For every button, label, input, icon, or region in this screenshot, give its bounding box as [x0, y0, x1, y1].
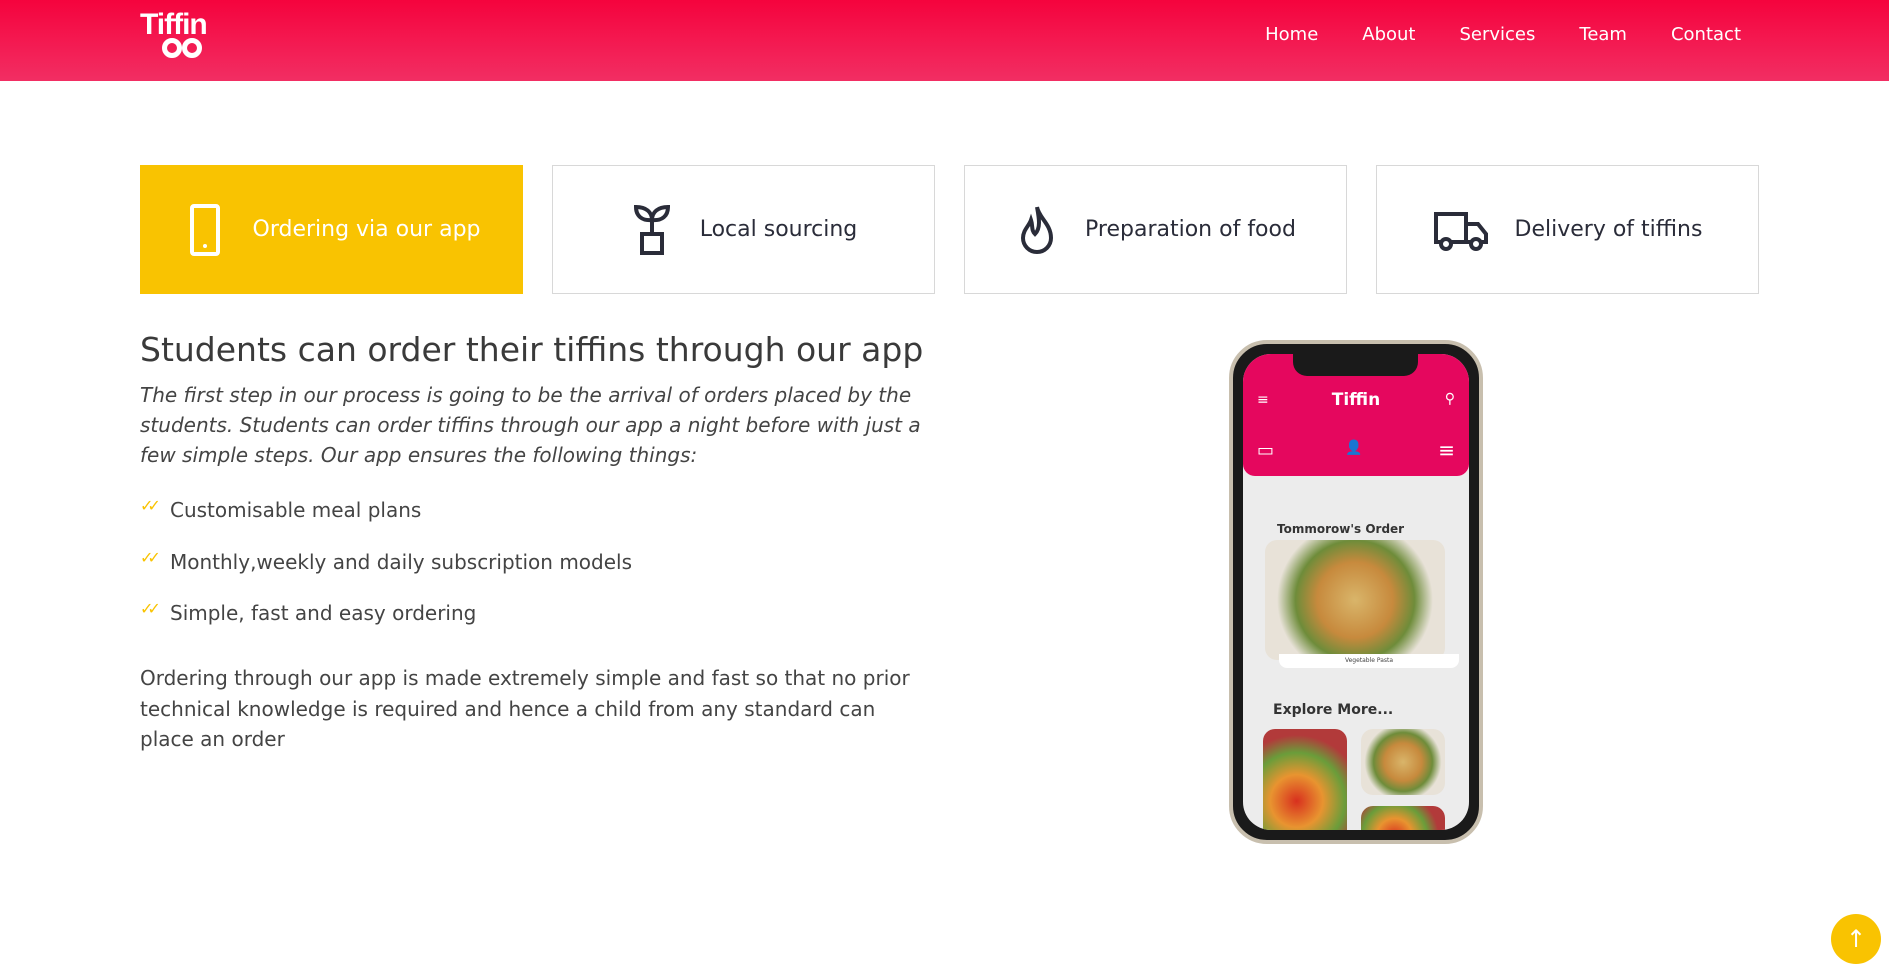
- phone-icon: [189, 203, 220, 256]
- tab-ordering-via-app[interactable]: Ordering via our app: [140, 165, 523, 294]
- tab-label: Local sourcing: [699, 217, 858, 242]
- tiffin-go-logo[interactable]: Tiffin: [140, 8, 208, 58]
- list-item: ✓✓ Simple, fast and easy ordering: [140, 599, 632, 653]
- search-icon: ⚲: [1444, 391, 1455, 407]
- user-check-icon: 👤: [1345, 440, 1363, 456]
- tomorrows-order-label: Tommorow's Order: [1277, 522, 1405, 536]
- nav-contact[interactable]: Contact: [1671, 24, 1741, 45]
- list-item-text: Simple, fast and easy ordering: [170, 601, 477, 625]
- list-item: ✓✓ Monthly,weekly and daily subscription …: [140, 547, 633, 602]
- card-icon: ▭: [1257, 440, 1275, 461]
- explore-food-image: [1361, 806, 1445, 830]
- site-header: Tiffin Home About Services Team Contact: [0, 0, 1889, 81]
- plant-icon: [633, 204, 670, 255]
- list-item-text: Customisable meal plans: [170, 498, 422, 522]
- double-check-icon: ✓✓: [140, 547, 161, 567]
- section-title: Students can order their tiffins through…: [140, 330, 924, 369]
- main-nav: Home About Services Team Contact: [1265, 24, 1741, 45]
- app-logo: Tiffin: [1331, 390, 1381, 410]
- nav-services[interactable]: Services: [1459, 24, 1535, 45]
- explore-more-label: Explore More...: [1273, 702, 1394, 718]
- nav-about[interactable]: About: [1362, 24, 1415, 45]
- truck-icon: [1433, 211, 1488, 251]
- double-check-icon: ✓✓: [140, 599, 161, 618]
- double-check-icon: ✓✓: [140, 496, 161, 515]
- tab-delivery-of-tiffins[interactable]: Delivery of tiffins: [1376, 165, 1759, 294]
- vegetable-pasta-image: [1265, 540, 1445, 660]
- app-phone-mockup: ≡ Tiffin ⚲ ▭ 👤 ≡ Tommorow's Order Vegeta…: [1229, 340, 1483, 844]
- list-item: ✓✓ Customisable meal plans: [140, 496, 632, 550]
- intro-paragraph: The first step in our process is going t…: [140, 383, 921, 467]
- list-item-text: Monthly,weekly and daily subscription mo…: [170, 549, 633, 574]
- feature-list: ✓✓ Customisable meal plans ✓✓ Monthly,week…: [140, 496, 633, 653]
- flame-icon: [1021, 205, 1054, 254]
- back-to-top-button[interactable]: ↑: [1831, 914, 1881, 964]
- arrow-up-icon: ↑: [1845, 925, 1867, 953]
- tab-label: Ordering via our app: [252, 217, 481, 242]
- tab-label: Preparation of food: [1085, 217, 1296, 242]
- logo-text: Tiffin: [140, 8, 208, 41]
- logo-go-mark: [162, 38, 207, 58]
- tab-preparation-of-food[interactable]: Preparation of food: [964, 165, 1347, 294]
- outro-paragraph: Ordering through our app is made extreme…: [140, 666, 910, 751]
- phone-screen: ≡ Tiffin ⚲ ▭ 👤 ≡ Tommorow's Order Vegeta…: [1243, 354, 1469, 830]
- list-icon: ≡: [1438, 438, 1455, 462]
- tab-local-sourcing[interactable]: Local sourcing: [552, 165, 935, 294]
- explore-food-image: [1361, 729, 1445, 795]
- tab-label: Delivery of tiffins: [1514, 217, 1703, 242]
- process-tabs: Ordering via our app Local sourcing Prep…: [140, 165, 1759, 294]
- phone-notch: [1293, 354, 1418, 376]
- nav-team[interactable]: Team: [1579, 24, 1627, 45]
- explore-food-image: [1263, 729, 1347, 830]
- food-caption: Vegetable Pasta: [1279, 654, 1459, 668]
- nav-home[interactable]: Home: [1265, 24, 1318, 45]
